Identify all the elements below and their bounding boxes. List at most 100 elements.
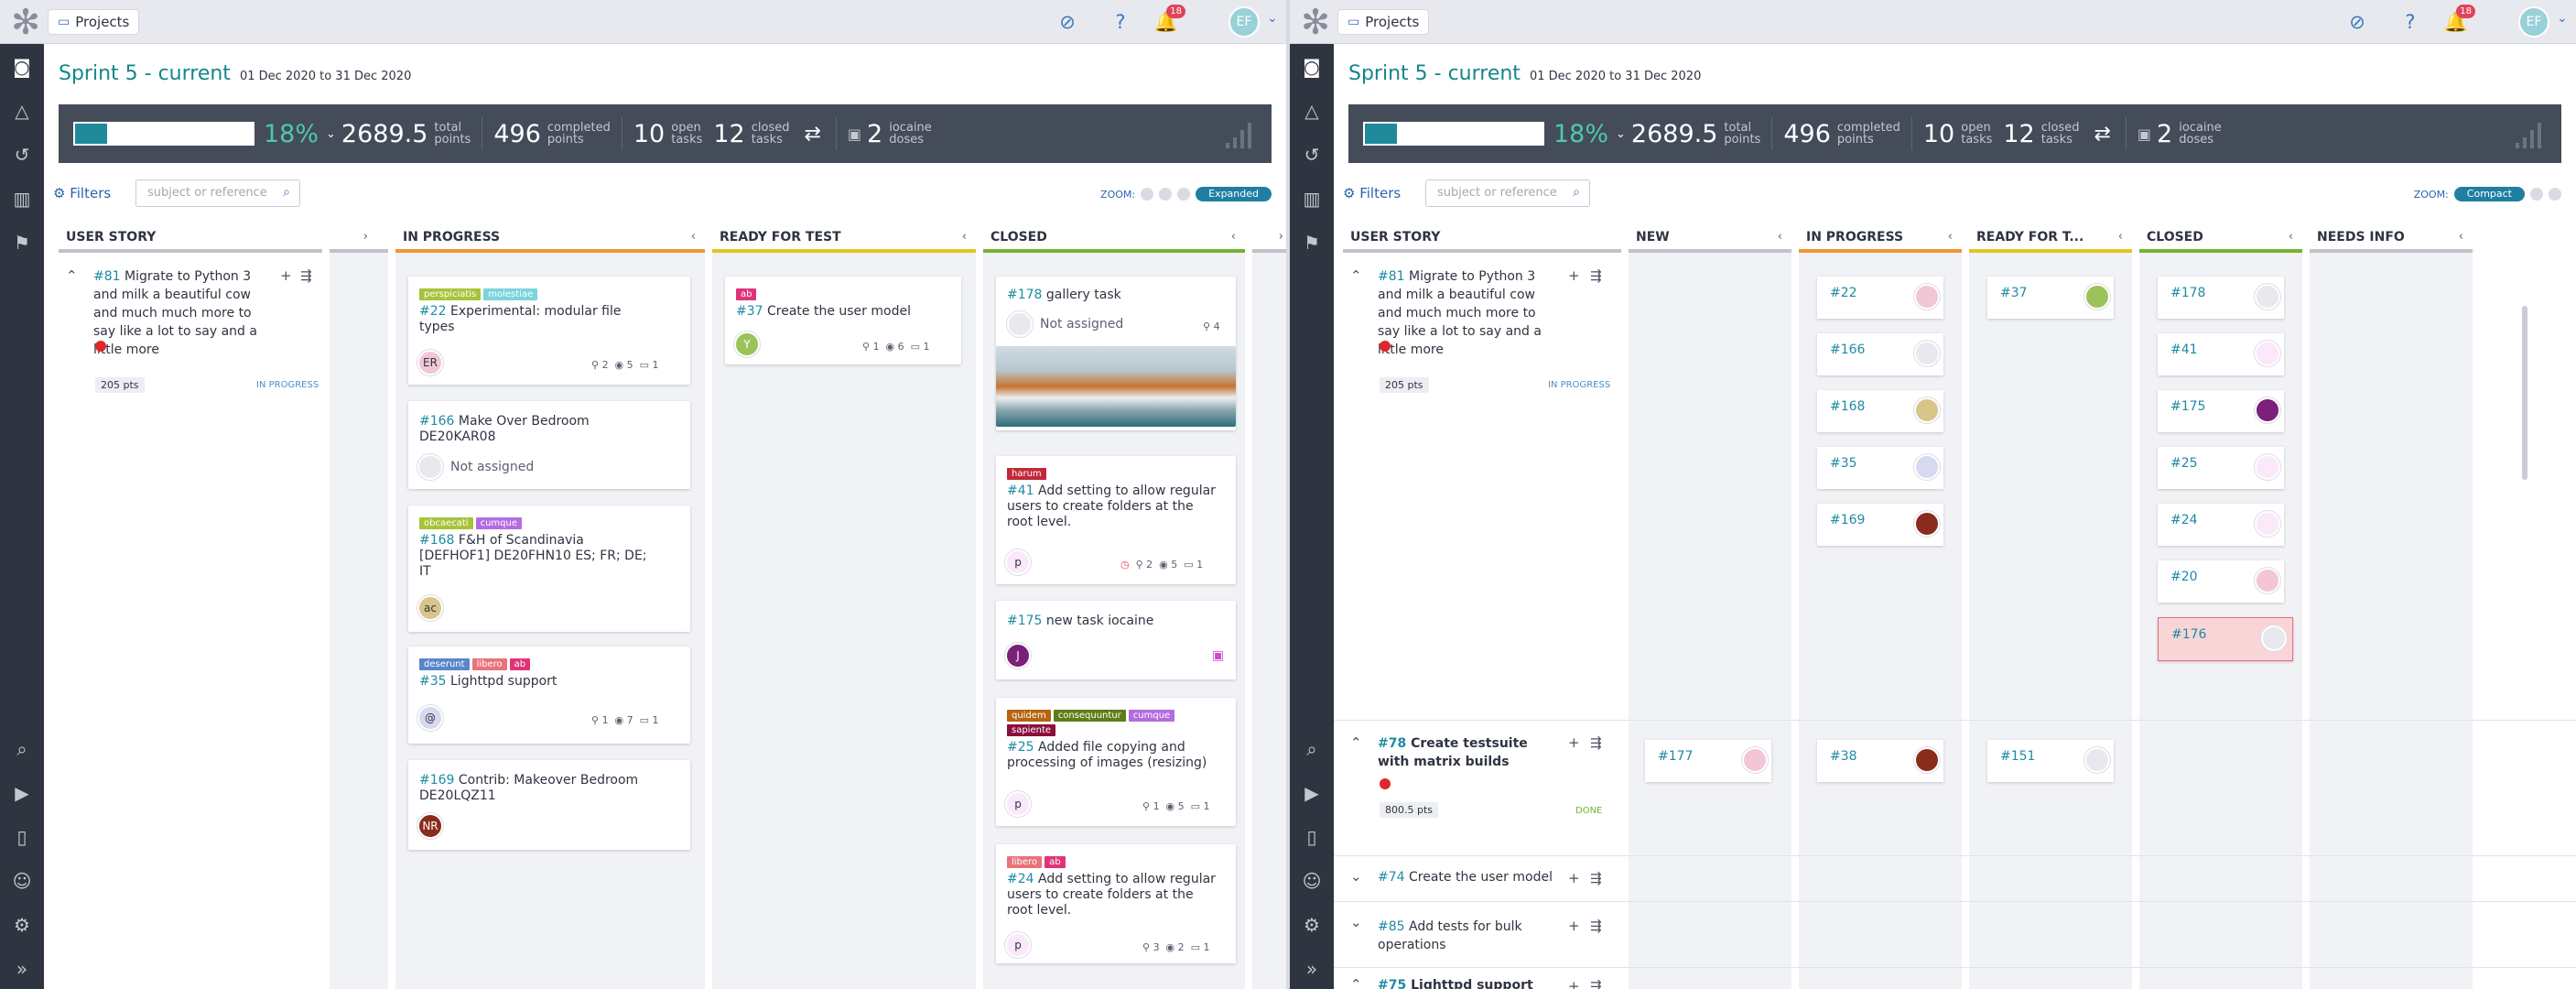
assignee-avatar[interactable]: ac xyxy=(417,595,443,621)
compact-task-card[interactable]: #169 xyxy=(1817,504,1943,546)
search-input[interactable]: subject or reference ⌕ xyxy=(1425,179,1590,207)
not-assigned-label[interactable]: Not assigned xyxy=(1040,317,1123,332)
zoom-level-pill[interactable]: Expanded xyxy=(1196,187,1272,201)
zoom-dot-3[interactable] xyxy=(2549,188,2561,201)
unassigned-avatar[interactable] xyxy=(417,454,443,480)
compact-task-card[interactable]: #37 xyxy=(1987,277,2114,319)
assignee-avatar[interactable]: J xyxy=(1005,643,1031,668)
search-icon[interactable]: ⌕ xyxy=(1290,729,1334,769)
filters-button[interactable]: ⚙ Filters xyxy=(53,185,111,201)
collapse-story-icon[interactable]: ⌃ xyxy=(66,267,78,284)
compact-task-card[interactable]: #25 xyxy=(2158,447,2284,489)
collapse-sidebar-icon[interactable]: » xyxy=(1290,949,1334,989)
user-story-title[interactable]: #81 Migrate to Python 3 and milk a beaut… xyxy=(1378,267,1552,359)
collapse-column-icon[interactable]: ‹ xyxy=(962,222,967,253)
add-task-icon[interactable]: + xyxy=(280,267,292,284)
zoom-dot-2[interactable] xyxy=(1159,188,1173,201)
task-card[interactable]: #166 Make Over Bedroom DE20KAR08 Not ass… xyxy=(408,401,690,489)
search-icon[interactable]: ⌕ xyxy=(0,729,44,769)
task-card[interactable]: libero ab #24 Add setting to allow regula… xyxy=(996,844,1236,963)
compact-task-card[interactable]: #38 xyxy=(1817,740,1943,782)
collapse-column-icon[interactable]: ‹ xyxy=(1778,222,1782,253)
not-assigned-label[interactable]: Not assigned xyxy=(450,460,534,475)
team-icon[interactable]: ☺ xyxy=(0,861,44,901)
task-card[interactable]: #178 gallery task Not assigned ⚲ 4 xyxy=(996,277,1236,430)
help-icon[interactable]: ? xyxy=(2397,9,2423,35)
collapse-sidebar-icon[interactable]: » xyxy=(0,949,44,989)
bulk-add-icon[interactable]: ⇶ xyxy=(1590,978,1602,989)
compact-task-card[interactable]: #24 xyxy=(2158,504,2284,546)
bulk-add-icon[interactable]: ⇶ xyxy=(300,267,312,284)
collapse-story-icon[interactable]: ⌃ xyxy=(1350,734,1362,751)
video-icon[interactable]: ▶ xyxy=(0,773,44,813)
zoom-level-pill[interactable]: Compact xyxy=(2453,187,2525,201)
book-icon[interactable]: ▯ xyxy=(1290,817,1334,857)
compact-task-card[interactable]: #177 xyxy=(1645,740,1771,782)
wiki-bookmark-icon[interactable]: ⚑ xyxy=(1290,223,1334,263)
compact-task-card[interactable]: #22 xyxy=(1817,277,1943,319)
add-task-icon[interactable]: + xyxy=(1568,918,1580,934)
task-card[interactable]: harum #41 Add setting to allow regular u… xyxy=(996,456,1236,584)
task-card[interactable]: obcaecati cumque #168 F&H of Scandinavia … xyxy=(408,505,690,632)
compact-task-card[interactable]: #20 xyxy=(2158,560,2284,603)
assignee-avatar[interactable]: p xyxy=(1005,932,1031,958)
assignee-avatar[interactable]: NR xyxy=(417,813,443,839)
add-task-icon[interactable]: + xyxy=(1568,734,1580,751)
caret-down-icon[interactable]: ⌄ xyxy=(326,127,336,141)
collapse-column-icon[interactable]: ‹ xyxy=(2459,222,2463,253)
compact-task-card[interactable]: #166 xyxy=(1817,333,1943,375)
settings-gear-icon[interactable]: ⚙ xyxy=(0,905,44,945)
add-task-icon[interactable]: + xyxy=(1568,978,1580,989)
collapse-column-icon[interactable]: ‹ xyxy=(2289,222,2293,253)
compact-task-card[interactable]: #35 xyxy=(1817,447,1943,489)
caret-down-icon[interactable]: ⌄ xyxy=(1616,127,1626,141)
task-card[interactable]: #169 Contrib: Makeover Bedroom DE20LQZ11… xyxy=(408,760,690,850)
assignee-avatar[interactable]: @ xyxy=(417,705,443,731)
team-icon[interactable]: ☺ xyxy=(1290,861,1334,901)
sprint-title[interactable]: Sprint 5 - current xyxy=(59,62,231,85)
timeline-icon[interactable]: ↺ xyxy=(0,135,44,175)
add-task-icon[interactable]: + xyxy=(1568,870,1580,886)
expand-story-icon[interactable]: ⌄ xyxy=(1350,868,1362,885)
wiki-bookmark-icon[interactable]: ⚑ xyxy=(0,223,44,263)
timeline-icon[interactable]: ↺ xyxy=(1290,135,1334,175)
bulk-add-icon[interactable]: ⇶ xyxy=(1590,918,1602,934)
taiga-logo-icon[interactable]: ✻ xyxy=(1295,2,1336,42)
collapse-column-icon[interactable]: ‹ xyxy=(2118,222,2123,253)
taiga-logo-icon[interactable]: ✻ xyxy=(5,2,46,42)
bulk-add-icon[interactable]: ⇶ xyxy=(1590,870,1602,886)
swap-arrows-icon[interactable]: ⇄ xyxy=(2094,123,2110,146)
discover-icon[interactable]: ⊘ xyxy=(2344,9,2370,35)
user-avatar[interactable]: EF xyxy=(2518,6,2549,38)
bulk-add-icon[interactable]: ⇶ xyxy=(1590,267,1602,284)
user-menu-chevron-down-icon[interactable]: ⌄ xyxy=(1267,11,1278,26)
task-card[interactable]: ab #37 Create the user model Y ⚲ 1 ◉ 6 ▭… xyxy=(725,277,961,364)
compact-task-card[interactable]: #41 xyxy=(2158,333,2284,375)
compact-task-card[interactable]: #168 xyxy=(1817,390,1943,432)
notifications-bell-icon[interactable]: 🔔 18 xyxy=(2443,5,2475,35)
kanban-icon[interactable]: ▥ xyxy=(1290,179,1334,219)
user-story-title[interactable]: #85 Add tests for bulk operations xyxy=(1378,918,1542,954)
gallery-image[interactable] xyxy=(996,346,1236,427)
add-task-icon[interactable]: + xyxy=(1568,267,1580,284)
sprint-title[interactable]: Sprint 5 - current xyxy=(1348,62,1521,85)
expand-story-icon[interactable]: ⌄ xyxy=(1350,914,1362,930)
user-story-title[interactable]: #75 Lighttpd support xyxy=(1378,978,1561,989)
issues-warning-icon[interactable]: △ xyxy=(1290,91,1334,131)
zoom-dot-2[interactable] xyxy=(2530,188,2543,201)
compact-task-card[interactable]: #178 xyxy=(2158,277,2284,319)
bulk-add-icon[interactable]: ⇶ xyxy=(1590,734,1602,751)
user-story-title[interactable]: #81 Migrate to Python 3 and milk a beaut… xyxy=(93,267,267,359)
zoom-dot-3[interactable] xyxy=(1177,188,1191,201)
projects-button[interactable]: ▭ Projects xyxy=(1337,9,1430,35)
search-input[interactable]: subject or reference ⌕ xyxy=(135,179,300,207)
help-icon[interactable]: ? xyxy=(1108,9,1133,35)
notifications-bell-icon[interactable]: 🔔 18 xyxy=(1153,5,1185,35)
settings-gear-icon[interactable]: ⚙ xyxy=(1290,905,1334,945)
task-card[interactable]: deserunt libero ab #35 Lighttpd support @ … xyxy=(408,647,690,744)
task-card[interactable]: #175 new task iocaine J ▣ xyxy=(996,601,1236,679)
zoom-dot-1[interactable] xyxy=(1141,188,1154,201)
scrollbar[interactable] xyxy=(2522,306,2527,480)
sprint-taskboard-icon[interactable]: ◙ xyxy=(0,47,44,87)
unassigned-avatar[interactable] xyxy=(1007,311,1033,337)
